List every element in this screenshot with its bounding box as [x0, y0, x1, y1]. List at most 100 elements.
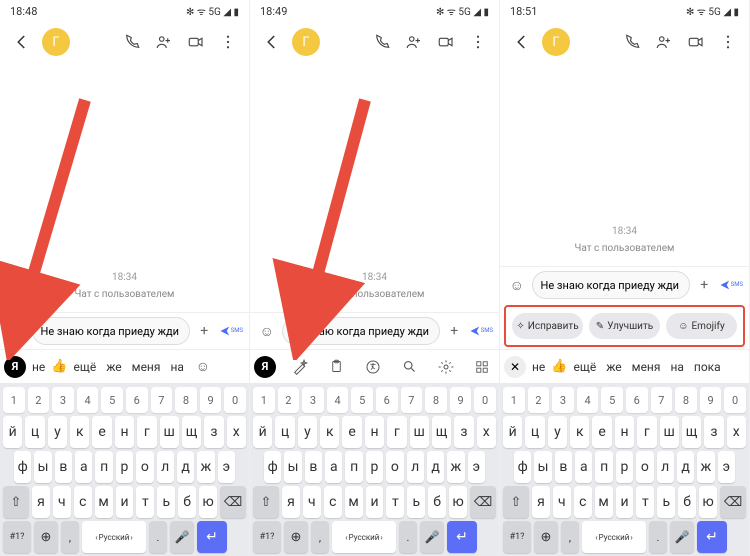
key-letter[interactable]: ф	[514, 451, 531, 483]
enter-key[interactable]: ↵	[197, 521, 227, 553]
key-letter[interactable]: з	[204, 416, 223, 448]
mic-key[interactable]: 🎤	[670, 521, 694, 553]
key-letter[interactable]: о	[136, 451, 153, 483]
clipboard-icon[interactable]	[323, 354, 349, 380]
key-letter[interactable]: с	[574, 486, 592, 518]
key-num[interactable]: 9	[450, 387, 472, 413]
call-icon[interactable]	[119, 29, 145, 55]
key-num[interactable]: 2	[528, 387, 550, 413]
send-button[interactable]: SMS	[719, 273, 743, 297]
key-letter[interactable]: ш	[410, 416, 429, 448]
close-button[interactable]: ✕	[504, 356, 526, 378]
key-letter[interactable]: н	[365, 416, 384, 448]
video-icon[interactable]	[433, 29, 459, 55]
key-letter[interactable]: к	[570, 416, 589, 448]
key-letter[interactable]: б	[428, 486, 446, 518]
enter-key[interactable]: ↵	[697, 521, 727, 553]
key-num[interactable]: 4	[77, 387, 99, 413]
globe-key[interactable]: ⊕	[34, 521, 58, 553]
message-input[interactable]	[532, 271, 690, 299]
key-letter[interactable]: ж	[197, 451, 214, 483]
suggestion-word[interactable]: не	[28, 360, 49, 374]
suggestion-word[interactable]: ещё	[69, 360, 100, 374]
call-icon[interactable]	[619, 29, 645, 55]
suggestion-word[interactable]: меня	[128, 360, 165, 374]
back-button[interactable]	[8, 28, 36, 56]
key-letter[interactable]: ф	[264, 451, 281, 483]
key-letter[interactable]: п	[345, 451, 362, 483]
key-num[interactable]: 3	[52, 387, 74, 413]
settings-icon[interactable]	[433, 354, 459, 380]
yandex-button[interactable]: Я	[4, 356, 26, 378]
key-num[interactable]: 2	[278, 387, 300, 413]
key-letter[interactable]: е	[92, 416, 111, 448]
key-num[interactable]: 5	[351, 387, 373, 413]
key-letter[interactable]: ю	[449, 486, 467, 518]
symbols-key[interactable]: #1?	[253, 521, 281, 553]
add-person-icon[interactable]	[401, 29, 427, 55]
key-letter[interactable]: н	[115, 416, 134, 448]
comma-key[interactable]: ,	[311, 521, 329, 553]
suggestion-word[interactable]: же	[602, 360, 625, 374]
key-letter[interactable]: з	[704, 416, 723, 448]
grid-icon[interactable]	[469, 354, 495, 380]
globe-key[interactable]: ⊕	[284, 521, 308, 553]
shift-key[interactable]: ⇧	[503, 486, 529, 518]
suggestion-word[interactable]: же	[102, 360, 125, 374]
key-letter[interactable]: р	[116, 451, 133, 483]
suggestion-word[interactable]: ещё	[569, 360, 600, 374]
key-letter[interactable]: ф	[14, 451, 31, 483]
ai-emojify-chip[interactable]: ☺Emojify	[666, 313, 737, 339]
key-letter[interactable]: ж	[447, 451, 464, 483]
comma-key[interactable]: ,	[561, 521, 579, 553]
key-num[interactable]: 1	[253, 387, 275, 413]
shift-key[interactable]: ⇧	[253, 486, 279, 518]
more-icon[interactable]	[465, 29, 491, 55]
suggestion-emoji[interactable]: 👍	[551, 359, 567, 374]
key-letter[interactable]: э	[718, 451, 735, 483]
dot-key[interactable]: .	[399, 521, 417, 553]
key-letter[interactable]: к	[320, 416, 339, 448]
key-letter[interactable]: с	[324, 486, 342, 518]
key-num[interactable]: 9	[200, 387, 222, 413]
emoji-button[interactable]: ☺	[6, 319, 28, 343]
key-letter[interactable]: у	[48, 416, 67, 448]
key-letter[interactable]: ы	[534, 451, 551, 483]
key-num[interactable]: 6	[376, 387, 398, 413]
magic-icon[interactable]	[287, 354, 313, 380]
key-letter[interactable]: й	[503, 416, 522, 448]
video-icon[interactable]	[683, 29, 709, 55]
backspace-key[interactable]: ⌫	[720, 486, 746, 518]
search-icon[interactable]	[396, 354, 422, 380]
key-num[interactable]: 7	[151, 387, 173, 413]
attach-button[interactable]: +	[694, 273, 716, 297]
video-icon[interactable]	[183, 29, 209, 55]
key-letter[interactable]: б	[178, 486, 196, 518]
key-letter[interactable]: и	[616, 486, 634, 518]
key-letter[interactable]: г	[637, 416, 656, 448]
translate-icon[interactable]	[360, 354, 386, 380]
key-letter[interactable]: г	[137, 416, 156, 448]
key-num[interactable]: 4	[327, 387, 349, 413]
key-letter[interactable]: т	[386, 486, 404, 518]
dot-key[interactable]: .	[649, 521, 667, 553]
key-letter[interactable]: у	[298, 416, 317, 448]
symbols-key[interactable]: #1?	[3, 521, 31, 553]
key-letter[interactable]: д	[177, 451, 194, 483]
more-icon[interactable]	[715, 29, 741, 55]
key-num[interactable]: 1	[3, 387, 25, 413]
key-letter[interactable]: й	[3, 416, 22, 448]
back-button[interactable]	[508, 28, 536, 56]
key-num[interactable]: 4	[577, 387, 599, 413]
key-letter[interactable]: ц	[525, 416, 544, 448]
avatar[interactable]: Г	[292, 28, 320, 56]
dot-key[interactable]: .	[149, 521, 167, 553]
shift-key[interactable]: ⇧	[3, 486, 29, 518]
key-letter[interactable]: а	[75, 451, 92, 483]
key-letter[interactable]: в	[55, 451, 72, 483]
key-letter[interactable]: з	[454, 416, 473, 448]
key-num[interactable]: 5	[101, 387, 123, 413]
ai-improve-chip[interactable]: ✎Улучшить	[589, 313, 660, 339]
suggestion-emoji[interactable]: 👍	[51, 359, 67, 374]
key-letter[interactable]: л	[157, 451, 174, 483]
